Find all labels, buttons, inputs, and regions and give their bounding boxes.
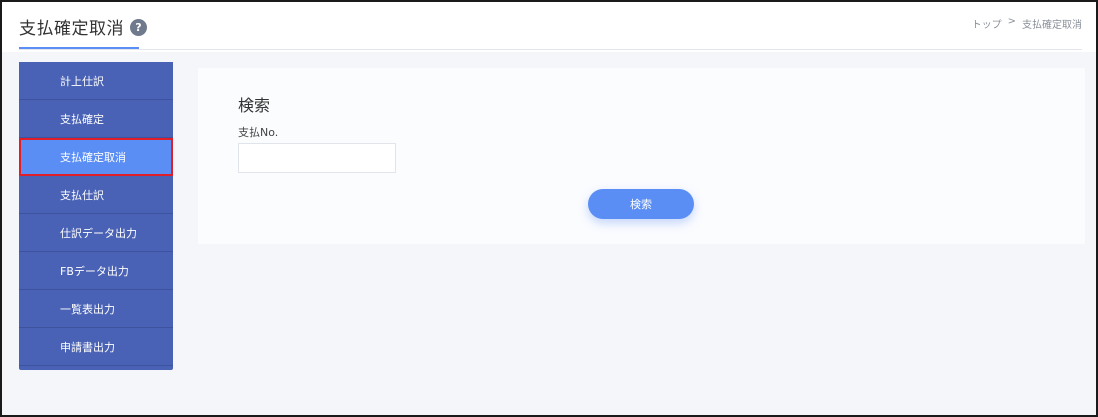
sidebar-item-ichiranhyo-output[interactable]: 一覧表出力 bbox=[19, 290, 173, 328]
sidebar-menu: 計上仕訳 支払確定 支払確定取消 支払仕訳 仕訳データ出力 FBデータ出力 一覧… bbox=[19, 62, 173, 370]
sidebar-item-shiharai-kakutei-torikeshi[interactable]: 支払確定取消 bbox=[19, 138, 173, 176]
help-icon[interactable]: ? bbox=[130, 19, 147, 36]
sidebar-item-shiwake-data-output[interactable]: 仕訳データ出力 bbox=[19, 214, 173, 252]
sidebar-item-shiharai-shiwake[interactable]: 支払仕訳 bbox=[19, 176, 173, 214]
sidebar-item-keijo-shiwake[interactable]: 計上仕訳 bbox=[19, 62, 173, 100]
breadcrumb-separator: > bbox=[1007, 16, 1016, 27]
breadcrumb-home-link[interactable]: トップ bbox=[972, 16, 1002, 31]
title-group: 支払確定取消 ? bbox=[19, 14, 147, 39]
app-window: 支払確定取消 ? トップ > 支払確定取消 計上仕訳 支払確定 支払確定取消 支… bbox=[0, 0, 1098, 417]
payment-no-label: 支払No. bbox=[238, 126, 279, 139]
page-title: 支払確定取消 bbox=[19, 19, 124, 39]
payment-no-input[interactable] bbox=[238, 143, 396, 173]
page-header: 支払確定取消 ? トップ > 支払確定取消 bbox=[2, 2, 1096, 52]
sidebar-item-fb-data-output[interactable]: FBデータ出力 bbox=[19, 252, 173, 290]
header-divider bbox=[19, 49, 1082, 50]
sidebar-item-shiharai-kakutei[interactable]: 支払確定 bbox=[19, 100, 173, 138]
search-panel: 検索 支払No. 検索 bbox=[198, 68, 1085, 244]
search-panel-title: 検索 bbox=[238, 96, 271, 115]
breadcrumb: トップ > 支払確定取消 bbox=[972, 16, 1082, 31]
sidebar-item-shinseisho-output[interactable]: 申請書出力 bbox=[19, 328, 173, 366]
search-button[interactable]: 検索 bbox=[588, 189, 694, 219]
breadcrumb-current: 支払確定取消 bbox=[1022, 20, 1082, 31]
